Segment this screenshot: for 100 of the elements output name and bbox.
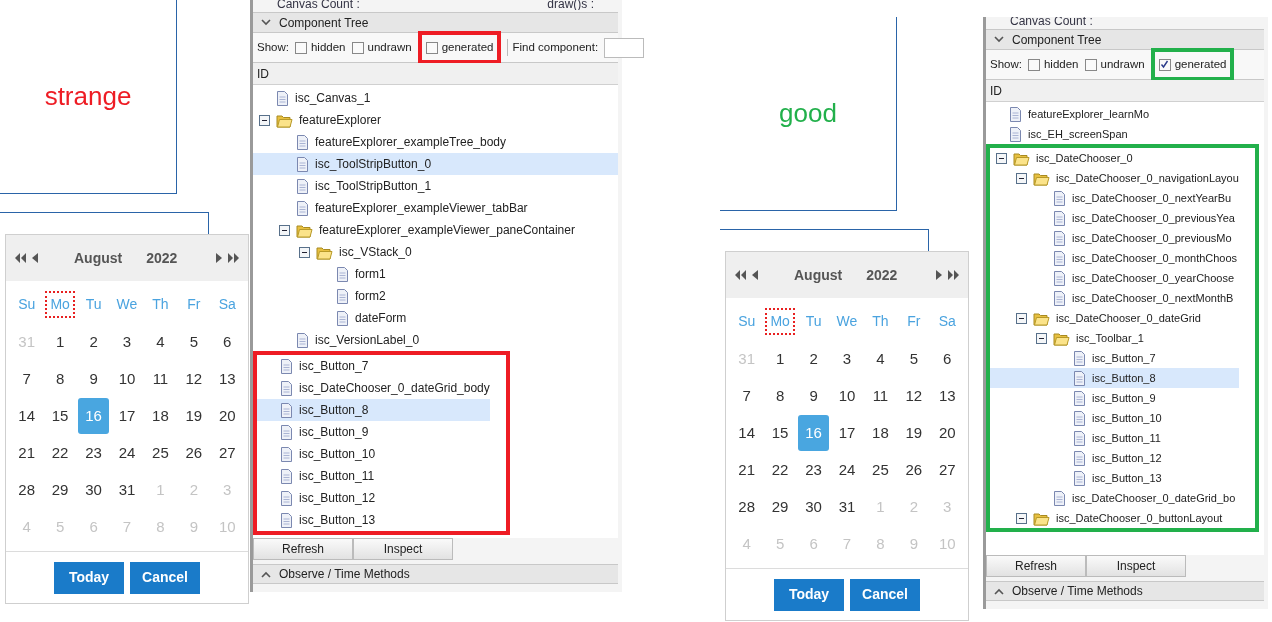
day-cell[interactable]: 2 [78, 324, 110, 360]
tree-row[interactable]: featureExplorer_exampleTree_body [253, 131, 618, 153]
tree-row[interactable]: isc_Button_10 [257, 443, 490, 465]
collapse-icon[interactable] [1016, 312, 1027, 324]
tree-row[interactable]: isc_Button_13 [990, 468, 1239, 488]
tree-row[interactable]: isc_Button_8 [990, 368, 1239, 388]
section-header[interactable]: Observe / Time Methods [986, 581, 1264, 601]
day-cell[interactable]: 4 [864, 341, 896, 377]
tree-row[interactable]: form2 [253, 285, 618, 307]
double-right-icon[interactable] [946, 268, 960, 282]
collapse-icon[interactable] [279, 224, 290, 236]
tree-row[interactable]: isc_Toolbar_1 [990, 328, 1239, 348]
find-field[interactable] [604, 37, 645, 58]
day-cell[interactable]: 31 [111, 472, 143, 508]
day-cell[interactable]: 10 [111, 361, 143, 397]
day-cell[interactable]: 8 [44, 361, 76, 397]
day-cell[interactable]: 27 [211, 435, 243, 471]
day-cell[interactable]: 29 [764, 489, 796, 525]
tree-row[interactable]: isc_DateChooser_0_monthChoos [990, 248, 1239, 268]
tree-row[interactable]: isc_Button_7 [257, 355, 490, 377]
day-cell[interactable]: 30 [798, 489, 830, 525]
section-header[interactable]: Component Tree [986, 29, 1264, 50]
day-cell[interactable]: 22 [44, 435, 76, 471]
tree-row[interactable]: isc_Canvas_1 [253, 87, 618, 109]
collapse-icon[interactable] [259, 114, 270, 126]
panel-button[interactable]: Refresh [253, 538, 353, 560]
day-cell[interactable]: 6 [931, 341, 963, 377]
day-cell[interactable]: 13 [211, 361, 243, 397]
tree-row[interactable]: isc_EH_screenSpan [986, 124, 1264, 144]
day-cell[interactable]: 11 [144, 361, 176, 397]
tree-row[interactable]: isc_Button_11 [990, 428, 1239, 448]
day-cell[interactable]: 17 [111, 398, 143, 434]
day-cell[interactable]: 9 [78, 361, 110, 397]
tree-row[interactable]: isc_DateChooser_0_dateGrid [990, 308, 1239, 328]
tree-row[interactable]: isc_DateChooser_0_dateGrid_body [257, 377, 490, 399]
day-cell[interactable]: 4 [144, 324, 176, 360]
day-cell[interactable]: 23 [78, 435, 110, 471]
day-cell[interactable]: 8 [764, 378, 796, 414]
day-cell[interactable]: 24 [111, 435, 143, 471]
day-cell[interactable]: 12 [898, 378, 930, 414]
calendar-button[interactable]: Today [54, 561, 124, 594]
tree-row[interactable]: isc_Button_9 [990, 388, 1239, 408]
tree-row[interactable]: isc_DateChooser_0_nextYearBu [990, 188, 1239, 208]
column-header[interactable]: ID [986, 80, 1264, 102]
day-cell[interactable]: 18 [144, 398, 176, 434]
tree-row[interactable]: isc_Button_12 [990, 448, 1239, 468]
day-cell[interactable]: 23 [798, 452, 830, 488]
panel-button[interactable]: Refresh [986, 555, 1086, 577]
day-cell[interactable]: 27 [931, 452, 963, 488]
double-left-icon[interactable] [734, 268, 748, 282]
tree-row[interactable]: isc_Button_9 [257, 421, 490, 443]
day-cell[interactable]: 14 [11, 398, 43, 434]
day-cell[interactable]: 25 [864, 452, 896, 488]
day-cell[interactable]: 5 [898, 341, 930, 377]
day-cell[interactable]: 11 [864, 378, 896, 414]
tree-row[interactable]: dateForm [253, 307, 618, 329]
month-label[interactable]: August [794, 264, 843, 286]
month-label[interactable]: August [74, 247, 123, 269]
day-cell[interactable]: 25 [144, 435, 176, 471]
day-cell[interactable]: 20 [211, 398, 243, 434]
day-cell[interactable]: 17 [831, 415, 863, 451]
collapse-icon[interactable] [1016, 172, 1027, 184]
tree-row[interactable]: isc_Button_7 [990, 348, 1239, 368]
day-cell[interactable]: 6 [211, 324, 243, 360]
calendar-button[interactable]: Cancel [850, 578, 920, 611]
double-left-icon[interactable] [14, 251, 28, 265]
tree-row[interactable]: isc_ToolStripButton_0 [253, 153, 618, 175]
panel-button[interactable]: Inspect [1086, 555, 1186, 577]
day-cell[interactable]: 9 [798, 378, 830, 414]
day-cell[interactable]: 20 [931, 415, 963, 451]
tree-row[interactable]: featureExplorer_exampleViewer_paneContainer [253, 219, 618, 241]
tree-row[interactable]: isc_Button_12 [257, 487, 490, 509]
year-label[interactable]: 2022 [866, 264, 898, 286]
option-checkbox[interactable]: generated [425, 38, 494, 57]
day-cell[interactable]: 14 [731, 415, 763, 451]
calendar-button[interactable]: Today [774, 578, 844, 611]
day-cell[interactable]: 13 [931, 378, 963, 414]
collapse-icon[interactable] [1036, 332, 1047, 344]
day-cell[interactable]: 10 [831, 378, 863, 414]
day-cell[interactable]: 26 [178, 435, 210, 471]
day-cell[interactable]: 28 [11, 472, 43, 508]
double-right-icon[interactable] [226, 251, 240, 265]
section-header[interactable]: Observe / Time Methods [253, 564, 618, 584]
day-cell[interactable]: 21 [11, 435, 43, 471]
tree-row[interactable]: isc_Button_13 [257, 509, 490, 531]
day-cell[interactable]: 31 [831, 489, 863, 525]
tree-row[interactable]: isc_DateChooser_0_dateGrid_bo [990, 488, 1239, 508]
tree-row[interactable]: featureExplorer [253, 109, 618, 131]
day-cell[interactable]: 2 [798, 341, 830, 377]
day-cell[interactable]: 19 [898, 415, 930, 451]
tree-row[interactable]: isc_Button_11 [257, 465, 490, 487]
day-cell[interactable]: 7 [731, 378, 763, 414]
day-cell[interactable]: 5 [178, 324, 210, 360]
option-checkbox[interactable]: generated [1158, 55, 1227, 74]
tree-row[interactable]: isc_Button_10 [990, 408, 1239, 428]
day-cell[interactable]: 22 [764, 452, 796, 488]
calendar-button[interactable]: Cancel [130, 561, 200, 594]
tree-row[interactable]: form1 [253, 263, 618, 285]
day-cell[interactable]: 30 [78, 472, 110, 508]
collapse-icon[interactable] [1016, 512, 1027, 524]
